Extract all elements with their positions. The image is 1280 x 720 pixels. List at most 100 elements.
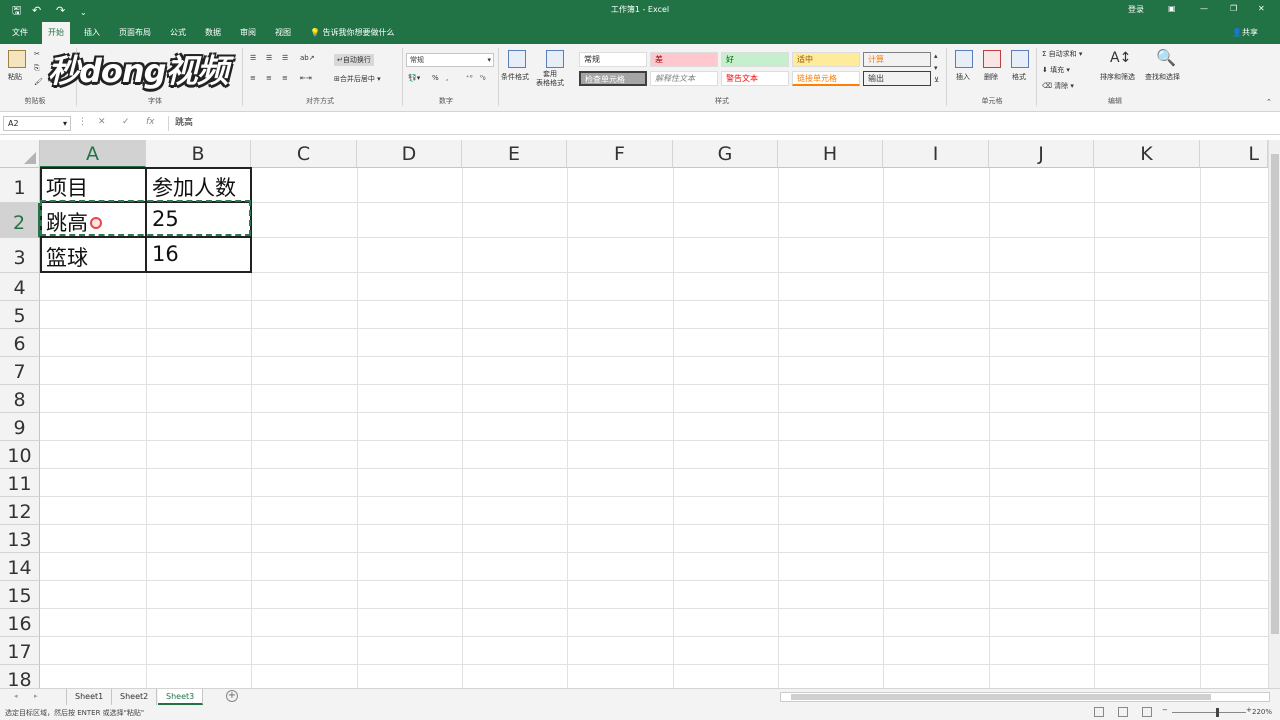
fill-button[interactable]: ⬇ 填充 ▾ — [1042, 65, 1070, 75]
column-header-a[interactable]: A — [40, 140, 146, 168]
comma-icon[interactable]: , — [446, 74, 448, 82]
name-box[interactable]: A2 ▾ — [3, 116, 71, 131]
tab-page-layout[interactable]: 页面布局 — [113, 22, 157, 44]
row-header-1[interactable]: 1 — [0, 168, 40, 203]
row-header-9[interactable]: 9 — [0, 413, 40, 441]
column-header-l[interactable]: L — [1200, 140, 1268, 168]
row-header-8[interactable]: 8 — [0, 385, 40, 413]
vertical-scrollbar[interactable] — [1268, 140, 1280, 688]
format-cells-icon[interactable] — [1011, 50, 1029, 68]
sheet-tab-sheet2[interactable]: Sheet2 — [112, 689, 158, 705]
cell-a3[interactable]: 篮球 — [41, 242, 88, 272]
format-cells-label[interactable]: 格式 — [1012, 72, 1026, 82]
tab-view[interactable]: 视图 — [269, 22, 297, 44]
tell-me-search[interactable]: 💡 告诉我你想要做什么 — [310, 22, 395, 44]
middle-align-icon[interactable]: ☰ — [266, 54, 272, 62]
scroll-sheets-left-icon[interactable]: ◂ — [14, 692, 18, 700]
column-header-b[interactable]: B — [146, 140, 251, 168]
column-header-g[interactable]: G — [673, 140, 778, 168]
style-neutral[interactable]: 适中 — [792, 52, 860, 67]
sort-filter-label[interactable]: 排序和筛选 — [1100, 72, 1135, 82]
column-header-e[interactable]: E — [462, 140, 567, 168]
indent-icon[interactable]: ⇤⇥ — [300, 74, 312, 82]
autosum-button[interactable]: Σ 自动求和 ▾ — [1042, 49, 1082, 59]
styles-more-icon[interactable]: ⊻ — [934, 76, 939, 84]
page-layout-view-icon[interactable] — [1118, 707, 1128, 717]
row-header-4[interactable]: 4 — [0, 273, 40, 301]
row-header-2[interactable]: 2 — [0, 203, 40, 238]
row-header-3[interactable]: 3 — [0, 238, 40, 273]
cut-icon[interactable]: ✂ — [34, 50, 40, 58]
style-normal[interactable]: 常规 — [579, 52, 647, 67]
style-linked-cell[interactable]: 链接单元格 — [792, 71, 860, 86]
tab-insert[interactable]: 插入 — [78, 22, 106, 44]
align-center-icon[interactable]: ≡ — [266, 74, 272, 82]
bottom-align-icon[interactable]: ☰ — [282, 54, 288, 62]
ribbon-display-options-icon[interactable]: ▣ — [1168, 4, 1176, 13]
column-header-j[interactable]: J — [989, 140, 1094, 168]
percent-icon[interactable]: % — [432, 74, 439, 82]
cell-b1[interactable]: 参加人数 — [147, 172, 236, 202]
column-header-f[interactable]: F — [567, 140, 673, 168]
merge-center-button[interactable]: ⊞合并后居中 ▾ — [334, 74, 381, 84]
delete-cells-label[interactable]: 删除 — [984, 72, 998, 82]
formula-input[interactable]: 跳高 — [168, 116, 1274, 131]
row-header-11[interactable]: 11 — [0, 469, 40, 497]
align-left-icon[interactable]: ≡ — [250, 74, 256, 82]
tab-file[interactable]: 文件 — [6, 22, 34, 44]
top-align-icon[interactable]: ☰ — [250, 54, 256, 62]
paste-icon[interactable] — [8, 50, 26, 68]
row-header-10[interactable]: 10 — [0, 441, 40, 469]
zoom-level[interactable]: 220% — [1252, 708, 1272, 716]
tab-formulas[interactable]: 公式 — [164, 22, 192, 44]
tab-data[interactable]: 数据 — [199, 22, 227, 44]
format-as-table-icon[interactable] — [546, 50, 564, 68]
increase-decimal-icon[interactable]: ⁺⁰ — [466, 74, 473, 82]
vertical-scrollbar-thumb[interactable] — [1271, 154, 1279, 634]
minimize-icon[interactable]: — — [1200, 4, 1208, 13]
insert-cells-icon[interactable] — [955, 50, 973, 68]
tab-review[interactable]: 审阅 — [234, 22, 262, 44]
sort-filter-icon[interactable]: A↕ — [1110, 50, 1131, 66]
conditional-formatting-icon[interactable] — [508, 50, 526, 68]
collapse-ribbon-icon[interactable]: ⌃ — [1266, 98, 1272, 106]
formula-bar-more-icon[interactable]: ⋮ — [78, 117, 87, 127]
style-calculation[interactable]: 计算 — [863, 52, 931, 67]
row-header-6[interactable]: 6 — [0, 329, 40, 357]
zoom-slider[interactable] — [1172, 708, 1246, 717]
row-header-17[interactable]: 17 — [0, 637, 40, 665]
zoom-slider-knob[interactable] — [1216, 708, 1219, 717]
share-button[interactable]: 👤共享 — [1232, 22, 1258, 44]
styles-scroll-down-icon[interactable]: ▾ — [934, 64, 938, 72]
currency-icon[interactable]: 💱▾ — [408, 74, 420, 82]
maximize-icon[interactable]: ❐ — [1230, 4, 1237, 13]
row-header-5[interactable]: 5 — [0, 301, 40, 329]
paste-label[interactable]: 粘贴 — [8, 72, 22, 82]
format-as-table-label[interactable]: 套用 表格格式 — [536, 70, 564, 88]
column-header-c[interactable]: C — [251, 140, 357, 168]
column-header-h[interactable]: H — [778, 140, 883, 168]
row-header-12[interactable]: 12 — [0, 497, 40, 525]
row-header-15[interactable]: 15 — [0, 581, 40, 609]
align-right-icon[interactable]: ≡ — [282, 74, 288, 82]
cell-b3[interactable]: 16 — [147, 242, 179, 266]
cancel-entry-icon[interactable]: ✕ — [98, 117, 106, 127]
number-format-dropdown[interactable]: 常规 ▾ — [406, 53, 494, 67]
row-header-13[interactable]: 13 — [0, 525, 40, 553]
style-check-cell[interactable]: 检查单元格 — [579, 71, 647, 86]
tab-home[interactable]: 开始 — [42, 22, 70, 44]
select-all-button[interactable] — [0, 140, 40, 168]
close-icon[interactable]: ✕ — [1258, 4, 1265, 13]
confirm-entry-icon[interactable]: ✓ — [122, 117, 130, 127]
insert-cells-label[interactable]: 插入 — [956, 72, 970, 82]
horizontal-scrollbar-thumb[interactable] — [791, 694, 1211, 700]
row-header-16[interactable]: 16 — [0, 609, 40, 637]
style-explanatory[interactable]: 解释性文本 — [650, 71, 718, 86]
decrease-decimal-icon[interactable]: ⁰₀ — [480, 74, 486, 82]
cell-a1[interactable]: 项目 — [41, 172, 88, 202]
find-select-icon[interactable]: 🔍 — [1156, 48, 1176, 67]
normal-view-icon[interactable] — [1094, 707, 1104, 717]
horizontal-scrollbar[interactable] — [780, 692, 1270, 702]
style-good[interactable]: 好 — [721, 52, 789, 67]
clear-button[interactable]: ⌫ 清除 ▾ — [1042, 81, 1074, 91]
